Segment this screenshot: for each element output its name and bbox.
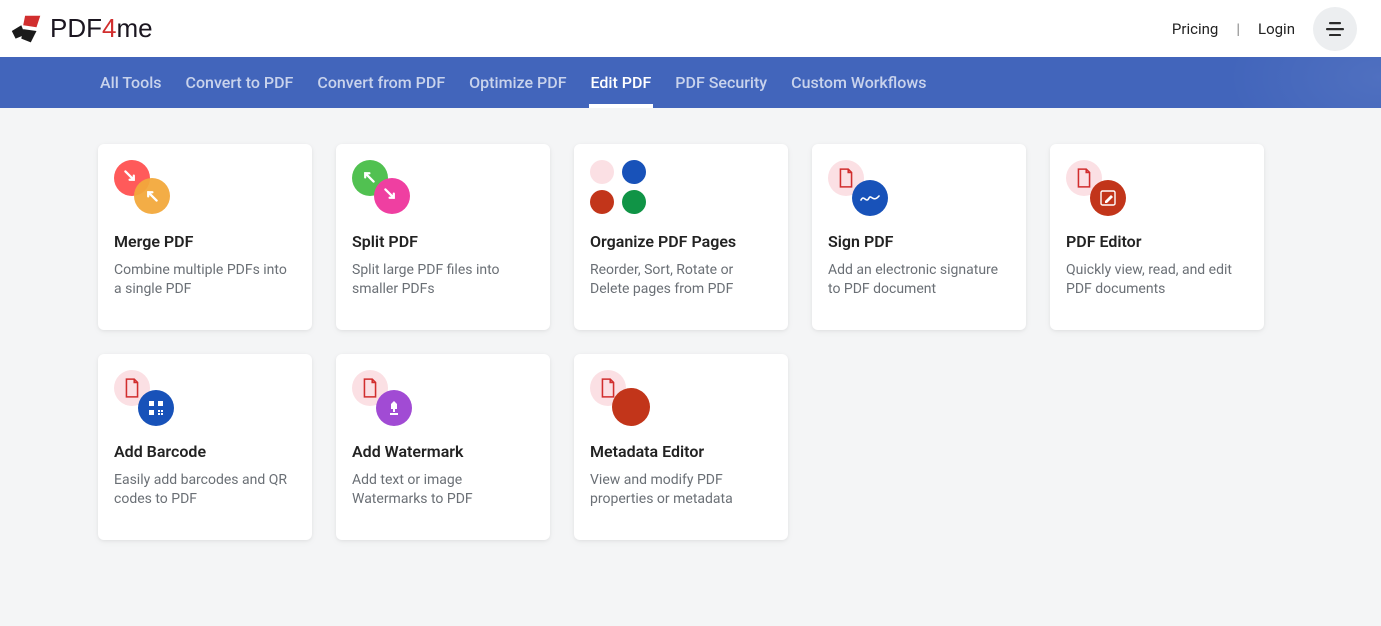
card-add-watermark[interactable]: Add Watermark Add text or image Watermar… [336, 354, 550, 540]
barcode-icon [114, 370, 172, 428]
logo-text: PDF4me [50, 13, 153, 44]
card-desc: Quickly view, read, and edit PDF documen… [1066, 261, 1248, 299]
card-title: Merge PDF [114, 232, 296, 251]
card-organize-pdf[interactable]: Organize PDF Pages Reorder, Sort, Rotate… [574, 144, 788, 330]
watermark-icon [352, 370, 410, 428]
card-title: Add Barcode [114, 442, 296, 461]
hamburger-icon [1326, 22, 1344, 36]
nav-custom-workflows[interactable]: Custom Workflows [789, 57, 928, 108]
nav-edit-pdf[interactable]: Edit PDF [589, 57, 654, 108]
editor-icon [1066, 160, 1124, 218]
nav-convert-to-pdf[interactable]: Convert to PDF [184, 57, 296, 108]
split-icon [352, 160, 410, 218]
header-separator: | [1236, 20, 1240, 38]
card-title: Add Watermark [352, 442, 534, 461]
top-header: PDF4me Pricing | Login [0, 0, 1381, 57]
nav-bar: All Tools Convert to PDF Convert from PD… [0, 57, 1381, 108]
nav-pdf-security[interactable]: PDF Security [673, 57, 769, 108]
login-link[interactable]: Login [1258, 20, 1295, 38]
merge-icon [114, 160, 172, 218]
main-content: Merge PDF Combine multiple PDFs into a s… [0, 108, 1381, 540]
logo[interactable]: PDF4me [8, 12, 153, 46]
card-desc: Easily add barcodes and QR codes to PDF [114, 471, 296, 509]
card-desc: Combine multiple PDFs into a single PDF [114, 261, 296, 299]
card-add-barcode[interactable]: Add Barcode Easily add barcodes and QR c… [98, 354, 312, 540]
logo-mark-icon [8, 12, 46, 46]
card-desc: View and modify PDF properties or metada… [590, 471, 772, 509]
menu-button[interactable] [1313, 7, 1357, 51]
metadata-icon [590, 370, 648, 428]
card-title: Sign PDF [828, 232, 1010, 251]
card-desc: Split large PDF files into smaller PDFs [352, 261, 534, 299]
card-metadata-editor[interactable]: Metadata Editor View and modify PDF prop… [574, 354, 788, 540]
organize-icon [590, 160, 652, 218]
sign-icon [828, 160, 886, 218]
card-pdf-editor[interactable]: PDF Editor Quickly view, read, and edit … [1050, 144, 1264, 330]
nav-optimize-pdf[interactable]: Optimize PDF [467, 57, 568, 108]
nav-all-tools[interactable]: All Tools [98, 57, 164, 108]
card-desc: Reorder, Sort, Rotate or Delete pages fr… [590, 261, 772, 299]
card-sign-pdf[interactable]: Sign PDF Add an electronic signature to … [812, 144, 1026, 330]
nav-convert-from-pdf[interactable]: Convert from PDF [315, 57, 447, 108]
card-title: Organize PDF Pages [590, 232, 772, 251]
card-desc: Add an electronic signature to PDF docum… [828, 261, 1010, 299]
header-right: Pricing | Login [1172, 7, 1357, 51]
card-title: Metadata Editor [590, 442, 772, 461]
card-desc: Add text or image Watermarks to PDF [352, 471, 534, 509]
card-title: Split PDF [352, 232, 534, 251]
pricing-link[interactable]: Pricing [1172, 20, 1218, 38]
card-title: PDF Editor [1066, 232, 1248, 251]
card-split-pdf[interactable]: Split PDF Split large PDF files into sma… [336, 144, 550, 330]
card-merge-pdf[interactable]: Merge PDF Combine multiple PDFs into a s… [98, 144, 312, 330]
card-grid: Merge PDF Combine multiple PDFs into a s… [98, 144, 1283, 540]
